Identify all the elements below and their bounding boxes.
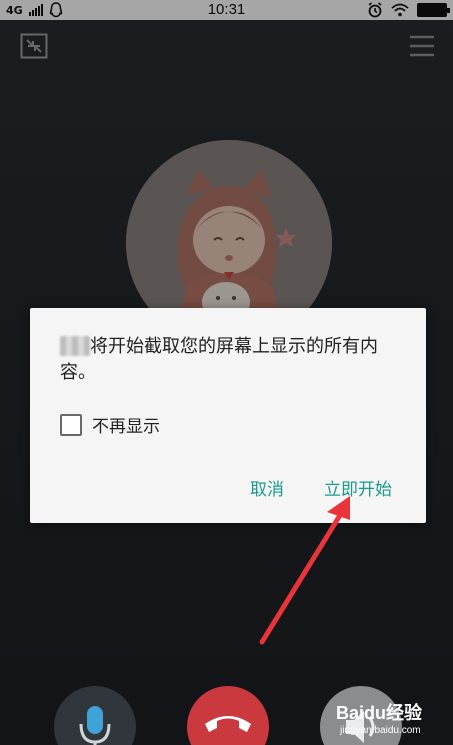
cancel-button[interactable]: 取消 xyxy=(250,475,284,500)
watermark: Baidu经验 jingyan.baidu.com xyxy=(336,697,448,741)
screen-capture-dialog: 将开始截取您的屏幕上显示的所有内容。 不再显示 取消 立即开始 xyxy=(30,308,426,523)
hangup-button[interactable] xyxy=(187,686,269,745)
dont-show-again-row[interactable]: 不再显示 xyxy=(60,412,160,437)
start-now-button[interactable]: 立即开始 xyxy=(324,475,392,500)
microphone-icon xyxy=(79,706,111,745)
mic-button[interactable] xyxy=(54,686,136,745)
app-name-redacted xyxy=(60,336,90,356)
watermark-title: Baidu经验 xyxy=(336,703,423,723)
dialog-message: 将开始截取您的屏幕上显示的所有内容。 xyxy=(60,334,400,386)
dont-show-again-checkbox[interactable] xyxy=(60,413,82,436)
watermark-subtitle: jingyan.baidu.com xyxy=(340,725,421,736)
dont-show-again-label: 不再显示 xyxy=(92,417,160,437)
phone-hangup-icon xyxy=(205,716,251,732)
dialog-message-text: 将开始截取您的屏幕上显示的所有内容。 xyxy=(60,336,378,383)
